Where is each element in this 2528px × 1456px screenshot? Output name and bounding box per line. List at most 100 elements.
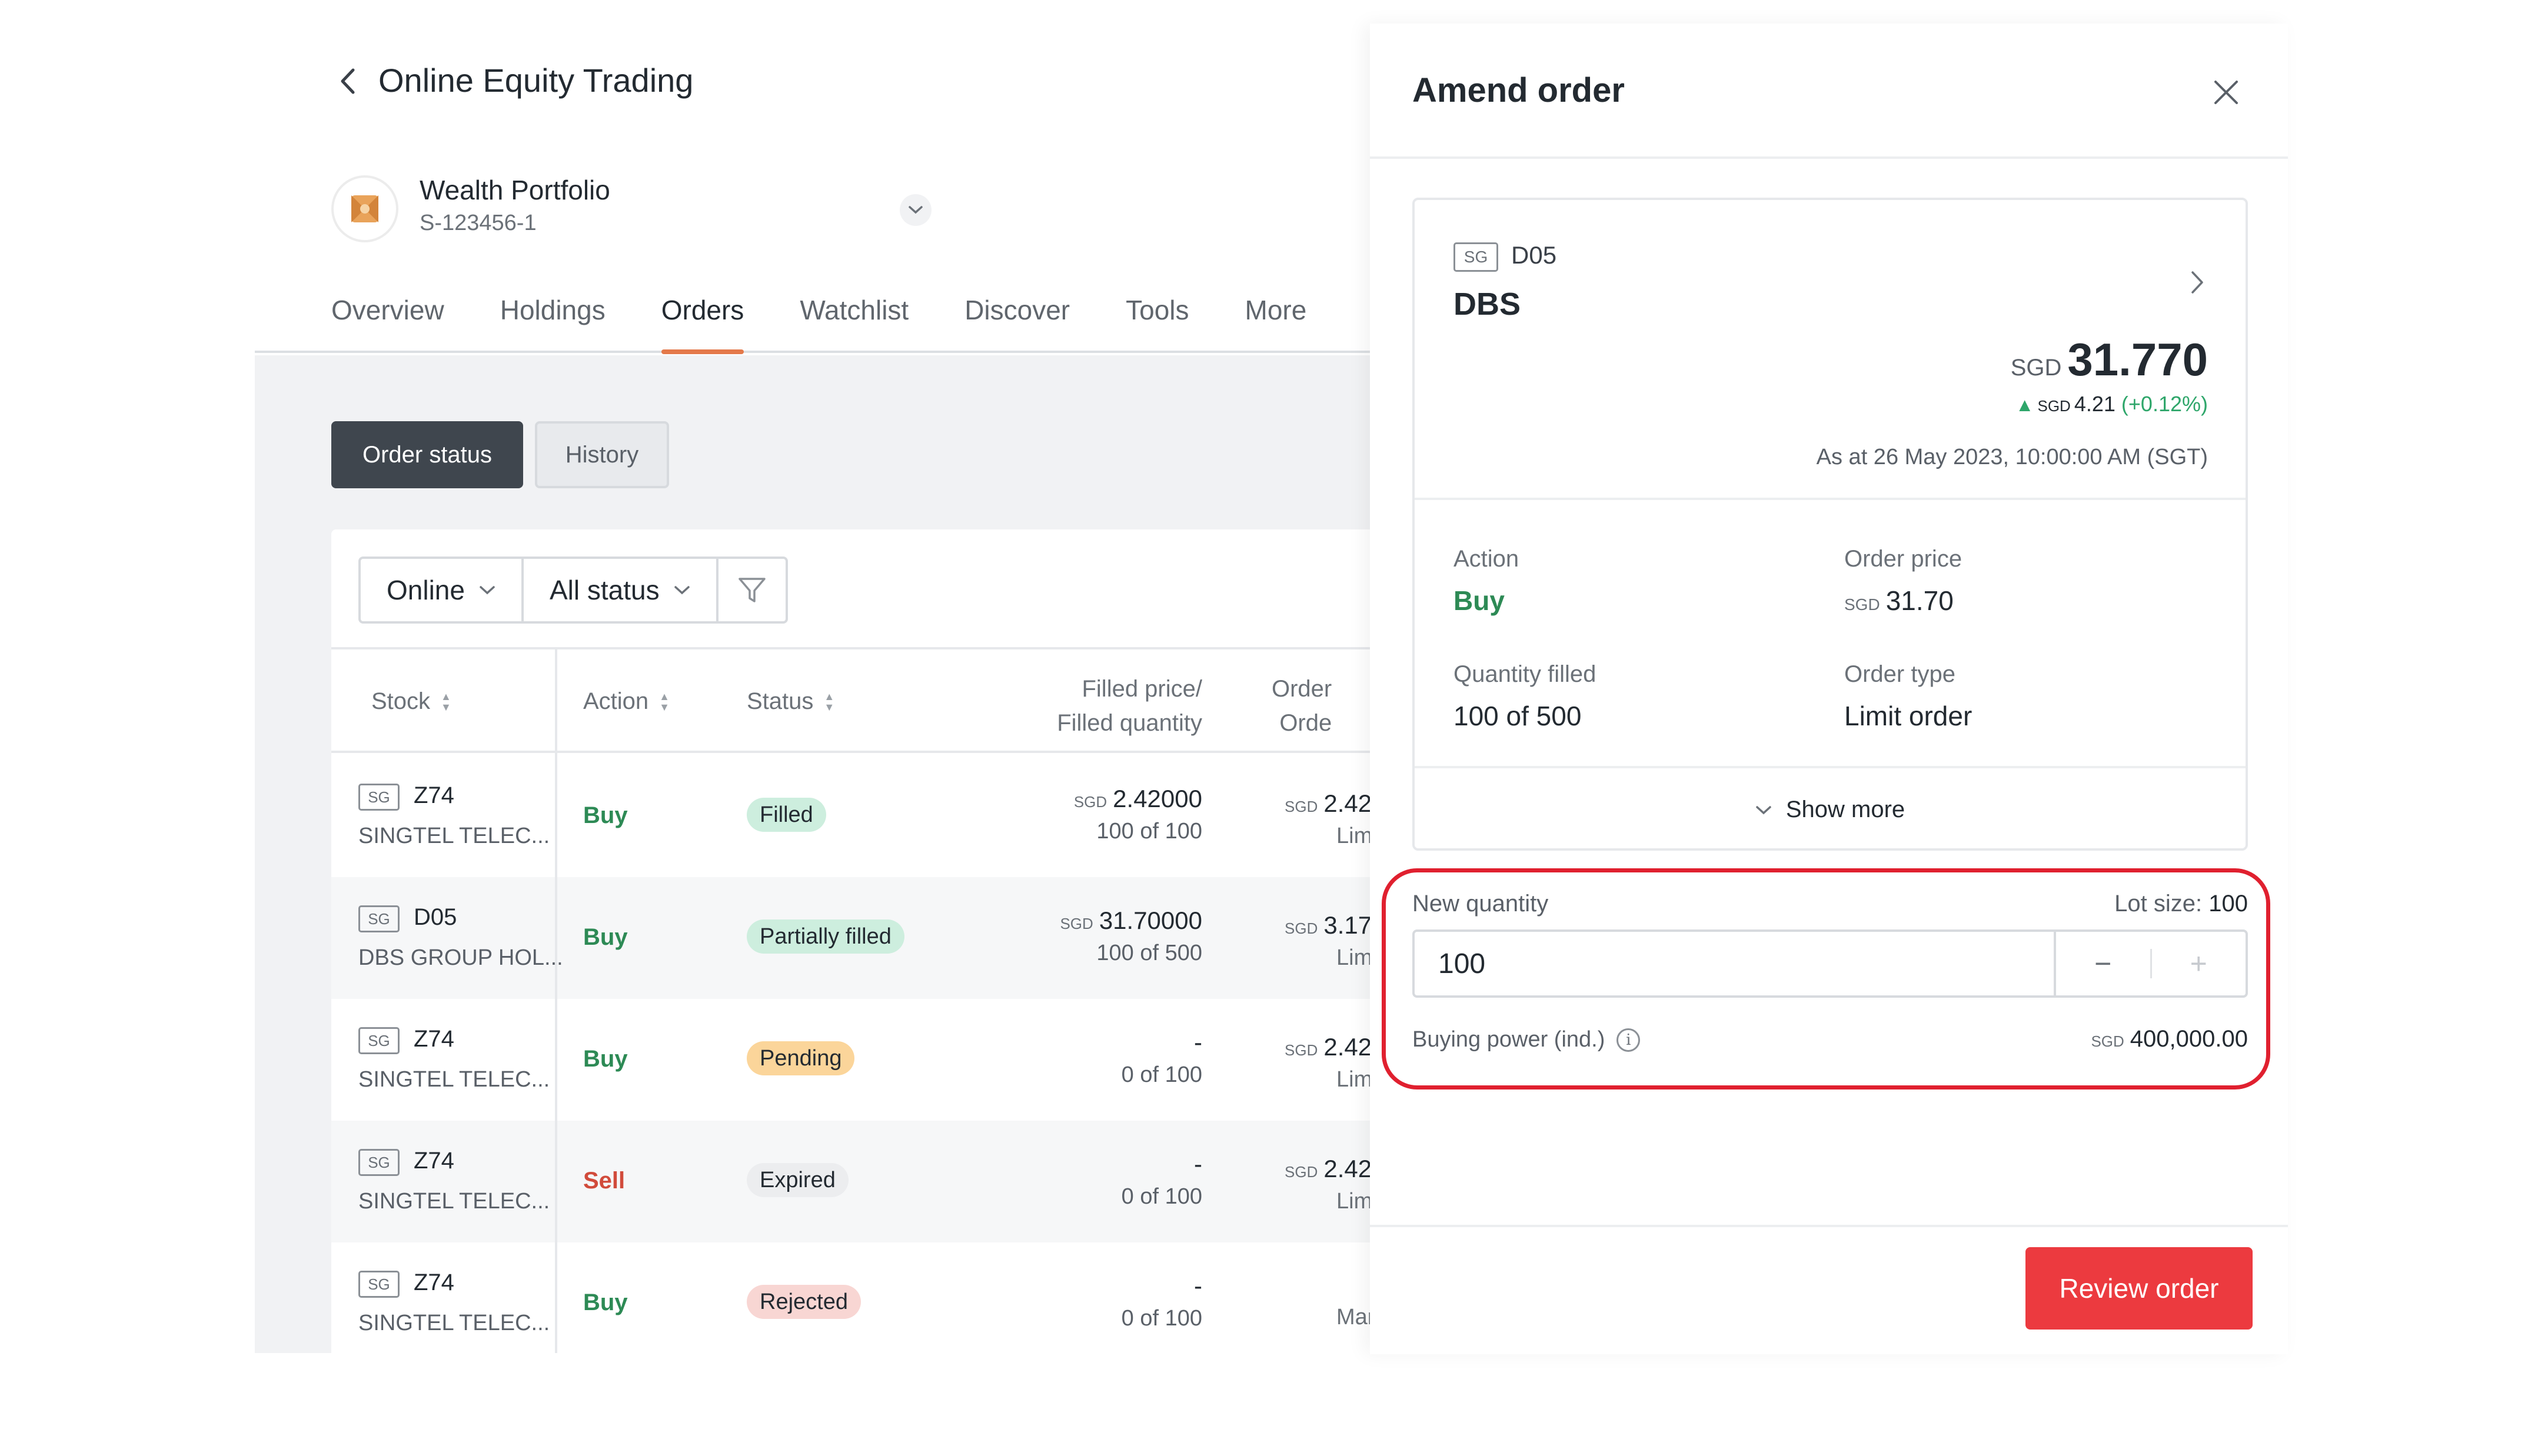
chevron-down-icon bbox=[909, 206, 923, 214]
column-header-order-line2: Orde bbox=[1279, 710, 1332, 736]
column-header-stock[interactable]: Stock ▲ ▼ bbox=[371, 688, 451, 715]
tab-watchlist[interactable]: Watchlist bbox=[800, 294, 909, 353]
status-dropdown-label: All status bbox=[549, 575, 660, 605]
price-change: ▲ SGD 4.21 (+0.12%) bbox=[2015, 392, 2208, 417]
history-button[interactable]: History bbox=[535, 421, 669, 488]
column-divider bbox=[555, 647, 557, 1353]
orders-content: Order status History Online All status S… bbox=[255, 355, 1370, 1353]
buying-power-label-group: Buying power (ind.) i bbox=[1412, 1027, 1641, 1052]
stock-name: SINGTEL TELEC... bbox=[358, 1189, 550, 1214]
buying-power-label: Buying power (ind.) bbox=[1412, 1027, 1605, 1052]
market-badge: SG bbox=[358, 905, 400, 932]
tab-overview[interactable]: Overview bbox=[331, 294, 444, 353]
order-action: Buy bbox=[583, 802, 628, 828]
table-row[interactable]: SG Z74 SINGTEL TELEC... Sell Expired - 0… bbox=[331, 1121, 1370, 1242]
status-dropdown[interactable]: All status bbox=[524, 559, 719, 621]
market-badge: SG bbox=[358, 1027, 400, 1054]
tab-orders[interactable]: Orders bbox=[661, 294, 744, 354]
quantity-field: − + bbox=[1412, 929, 2248, 998]
currency-label: SGD bbox=[2037, 397, 2071, 415]
table-row[interactable]: SG Z74 SINGTEL TELEC... Buy Filled SGD 2.… bbox=[331, 755, 1370, 877]
currency-label: SGD bbox=[1844, 595, 1880, 614]
order-type: Marke bbox=[1336, 1305, 1370, 1330]
filled-price: 31.70000 bbox=[1099, 907, 1202, 934]
column-header-status[interactable]: Status ▲ ▼ bbox=[747, 688, 834, 715]
currency-label: SGD bbox=[2091, 1032, 2124, 1050]
stock-code: Z74 bbox=[414, 1270, 454, 1295]
filled-quantity: 0 of 100 bbox=[1121, 1306, 1202, 1331]
currency-label: SGD bbox=[1060, 915, 1093, 932]
order-type-value: Limit order bbox=[1844, 701, 1972, 731]
column-header-stock-label: Stock bbox=[371, 688, 431, 714]
status-badge: Rejected bbox=[747, 1285, 861, 1319]
increase-button[interactable]: + bbox=[2152, 947, 2246, 981]
stock-code: Z74 bbox=[414, 782, 454, 808]
sort-icon: ▲ ▼ bbox=[441, 690, 451, 713]
stock-price: SGD 31.770 bbox=[2011, 333, 2208, 387]
tab-more[interactable]: More bbox=[1245, 294, 1307, 353]
stock-code: D05 bbox=[1511, 241, 1557, 269]
action-label: Action bbox=[1453, 546, 1519, 572]
column-header-action-label: Action bbox=[583, 688, 649, 714]
tab-tools[interactable]: Tools bbox=[1126, 294, 1189, 353]
order-info: SGD 2.42 Limi bbox=[1285, 1033, 1370, 1092]
tab-discover[interactable]: Discover bbox=[964, 294, 1070, 353]
sort-icon: ▲ ▼ bbox=[659, 690, 670, 713]
decrease-button[interactable]: − bbox=[2056, 947, 2150, 981]
currency-label: SGD bbox=[1285, 1041, 1318, 1059]
order-price: 2.42 bbox=[1323, 1155, 1370, 1182]
show-more-button[interactable]: Show more bbox=[1415, 797, 2246, 823]
status-badge: Filled bbox=[747, 798, 826, 832]
quantity-input[interactable] bbox=[1415, 932, 2054, 995]
channel-dropdown[interactable]: Online bbox=[361, 559, 524, 621]
price-change-percent: (+0.12%) bbox=[2121, 392, 2208, 416]
chevron-left-icon bbox=[341, 68, 355, 94]
stock-name: SINGTEL TELEC... bbox=[358, 824, 550, 848]
panel-title: Amend order bbox=[1412, 71, 1625, 109]
order-action: Buy bbox=[583, 1046, 628, 1072]
order-type-label: Order type bbox=[1844, 661, 1955, 687]
table-row[interactable]: SG Z74 SINGTEL TELEC... Buy Rejected - 0… bbox=[331, 1242, 1370, 1353]
app-header: Online Equity Trading Wealth Portfolio S… bbox=[255, 0, 1370, 354]
back-button[interactable] bbox=[330, 64, 365, 99]
filter-bar: Online All status bbox=[358, 557, 788, 624]
tab-holdings[interactable]: Holdings bbox=[500, 294, 606, 353]
review-order-button[interactable]: Review order bbox=[2025, 1247, 2253, 1330]
market-badge: SG bbox=[358, 784, 400, 811]
filled-info: - 0 of 100 bbox=[1122, 1150, 1202, 1210]
filled-price: - bbox=[1194, 1272, 1202, 1300]
order-info: SGD 2.42 Limi bbox=[1285, 789, 1370, 849]
buying-power-amount: 400,000.00 bbox=[2130, 1026, 2248, 1052]
divider bbox=[1415, 498, 2246, 500]
portfolio-icon bbox=[351, 195, 378, 222]
filled-quantity: 0 of 100 bbox=[1121, 1184, 1202, 1209]
table-row[interactable]: SG Z74 SINGTEL TELEC... Buy Pending - 0 … bbox=[331, 999, 1370, 1121]
currency-label: SGD bbox=[2010, 355, 2062, 381]
divider bbox=[1370, 156, 2288, 159]
order-status-button[interactable]: Order status bbox=[331, 421, 523, 488]
table-row[interactable]: SG D05 DBS GROUP HOL... Buy Partially fi… bbox=[331, 877, 1370, 999]
order-type: Limi bbox=[1336, 1189, 1370, 1214]
price-timestamp: As at 26 May 2023, 10:00:00 AM (SGT) bbox=[1816, 445, 2208, 469]
quantity-filled-value: 100 of 500 bbox=[1453, 701, 1582, 731]
filter-button[interactable] bbox=[719, 559, 786, 621]
divider bbox=[1415, 766, 2246, 768]
info-icon[interactable]: i bbox=[1616, 1028, 1641, 1052]
close-button[interactable] bbox=[2206, 72, 2247, 113]
filled-info: - 0 of 100 bbox=[1122, 1028, 1202, 1088]
status-badge: Partially filled bbox=[747, 919, 904, 954]
column-header-action[interactable]: Action ▲ ▼ bbox=[583, 688, 670, 715]
currency-label: SGD bbox=[1285, 919, 1318, 937]
table-header: Stock ▲ ▼ Action ▲ ▼ Status ▲ ▼ Filled pric… bbox=[331, 647, 1370, 753]
chevron-down-icon bbox=[480, 586, 495, 595]
portfolio-switch-button[interactable] bbox=[900, 194, 932, 226]
stock-code: D05 bbox=[414, 904, 457, 930]
stock-code: Z74 bbox=[414, 1026, 454, 1052]
lot-size: Lot size: 100 bbox=[2114, 891, 2248, 917]
stock-detail-button[interactable] bbox=[2180, 265, 2215, 300]
filled-price: - bbox=[1194, 1150, 1202, 1178]
column-header-filled: Filled price/ Filled quantity bbox=[1057, 672, 1202, 740]
stock-summary-card: SG D05 DBS SGD 31.770 ▲ SGD 4.21 (+0.12%) A… bbox=[1412, 198, 2248, 851]
currency-label: SGD bbox=[1285, 1163, 1318, 1181]
chevron-right-icon bbox=[2191, 271, 2203, 294]
